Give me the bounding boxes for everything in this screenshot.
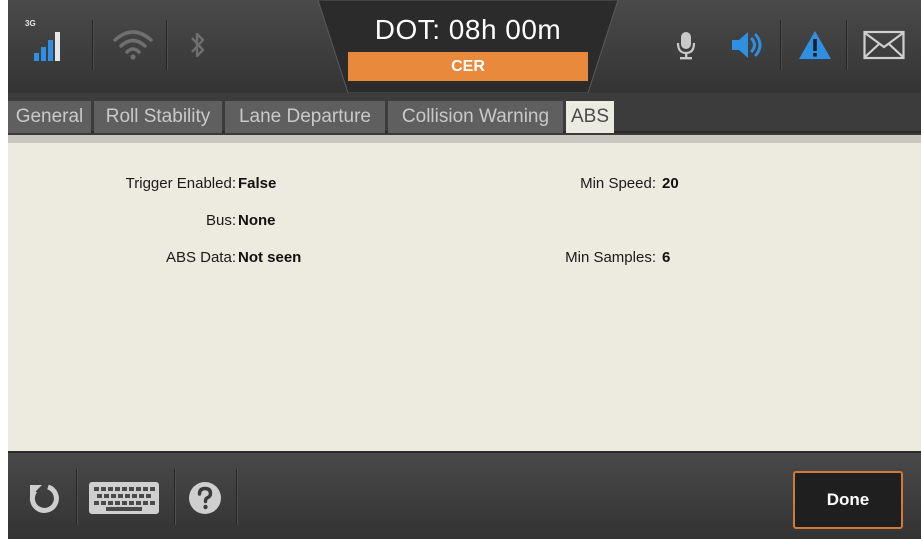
dot-timer-label: DOT: 08h 00m: [374, 14, 562, 45]
abs-settings-panel: Trigger Enabled: False Bus: None ABS Dat…: [8, 135, 921, 451]
bus-label: Bus:: [205, 212, 236, 229]
trigger-enabled-value: False: [238, 175, 277, 192]
toolbar-separator: [236, 469, 237, 525]
help-icon[interactable]: [188, 481, 222, 515]
dot-status-panel[interactable]: DOT: 08h 00m CER: [318, 0, 618, 93]
app-frame: 3G DOT: 08h 00m CER General Roll Stabili…: [8, 0, 921, 539]
duty-status-badge: CER: [348, 52, 588, 81]
toolbar-separator: [76, 469, 77, 525]
status-separator: [846, 20, 847, 70]
warning-icon[interactable]: [794, 22, 836, 68]
bottom-toolbar: Done: [8, 451, 921, 539]
tab-bar: General Roll Stability Lane Departure Co…: [8, 93, 921, 133]
trigger-enabled-label: Trigger Enabled:: [125, 175, 236, 192]
speaker-icon[interactable]: [726, 22, 770, 68]
wifi-icon[interactable]: [108, 22, 158, 68]
tab-abs[interactable]: ABS: [566, 101, 614, 133]
tab-roll-stability[interactable]: Roll Stability: [94, 101, 222, 133]
tab-general[interactable]: General: [8, 101, 91, 133]
signal-icon[interactable]: [24, 22, 70, 68]
min-speed-label: Min Speed:: [580, 175, 656, 192]
toolbar-separator: [174, 469, 175, 525]
status-bar: 3G DOT: 08h 00m CER: [8, 0, 921, 93]
mail-icon[interactable]: [858, 22, 910, 68]
keyboard-icon[interactable]: [88, 481, 160, 515]
bluetooth-icon[interactable]: [178, 22, 218, 68]
status-separator: [780, 20, 781, 70]
tab-lane-departure[interactable]: Lane Departure: [225, 101, 385, 133]
done-button[interactable]: Done: [793, 471, 903, 529]
status-separator: [92, 20, 93, 70]
microphone-icon[interactable]: [670, 22, 702, 68]
tab-collision-warning[interactable]: Collision Warning: [388, 101, 563, 133]
bus-value: None: [238, 212, 276, 229]
min-samples-value: 6: [662, 249, 671, 266]
status-separator: [166, 20, 167, 70]
min-samples-label: Min Samples:: [565, 249, 656, 266]
abs-data-label: ABS Data:: [165, 249, 236, 266]
refresh-icon[interactable]: [24, 479, 64, 519]
abs-data-value: Not seen: [238, 249, 302, 266]
min-speed-value: 20: [662, 175, 679, 192]
